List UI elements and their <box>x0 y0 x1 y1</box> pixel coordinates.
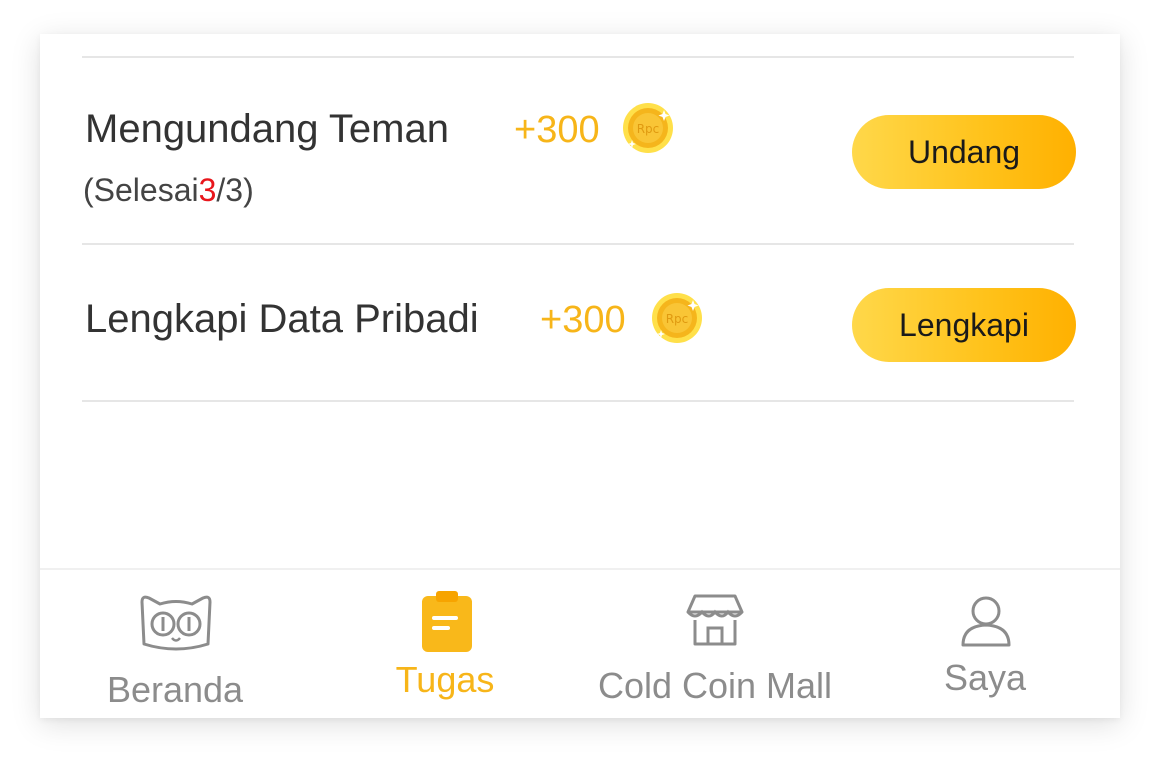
coin-icon: Rpc <box>623 103 673 153</box>
invite-button[interactable]: Undang <box>852 115 1076 189</box>
cat-face-icon <box>140 595 212 651</box>
tab-cold-coin-mall[interactable]: Cold Coin Mall <box>580 570 850 718</box>
divider <box>82 400 1074 402</box>
user-icon <box>961 596 1011 647</box>
clipboard-icon <box>422 591 472 652</box>
progress-done-count: 3 <box>198 172 217 208</box>
tab-tugas[interactable]: Tugas <box>310 570 580 718</box>
divider <box>82 56 1074 58</box>
app-screen: Mengundang Teman +300 Rpc (Selesai3/3) U… <box>40 34 1120 718</box>
tab-label: Beranda <box>106 669 244 710</box>
store-icon <box>686 594 744 646</box>
task-reward: +300 <box>540 299 626 341</box>
tab-label: Cold Coin Mall <box>597 665 833 706</box>
coin-icon: Rpc <box>652 293 702 343</box>
task-title: Lengkapi Data Pribadi <box>85 297 479 341</box>
task-reward: +300 <box>514 109 600 151</box>
tab-beranda[interactable]: Beranda <box>40 570 310 718</box>
complete-profile-button[interactable]: Lengkapi <box>852 288 1076 362</box>
tab-label: Saya <box>943 657 1027 698</box>
bottom-tab-bar: Beranda Tugas Cold Coin Mall Saya <box>40 568 1120 718</box>
divider <box>82 243 1074 245</box>
svg-text:Rpc: Rpc <box>666 312 689 326</box>
tab-label: Tugas <box>395 659 495 700</box>
task-progress: (Selesai3/3) <box>83 172 254 208</box>
svg-text:Rpc: Rpc <box>637 122 660 136</box>
task-title: Mengundang Teman <box>85 107 449 151</box>
tab-saya[interactable]: Saya <box>850 570 1120 718</box>
